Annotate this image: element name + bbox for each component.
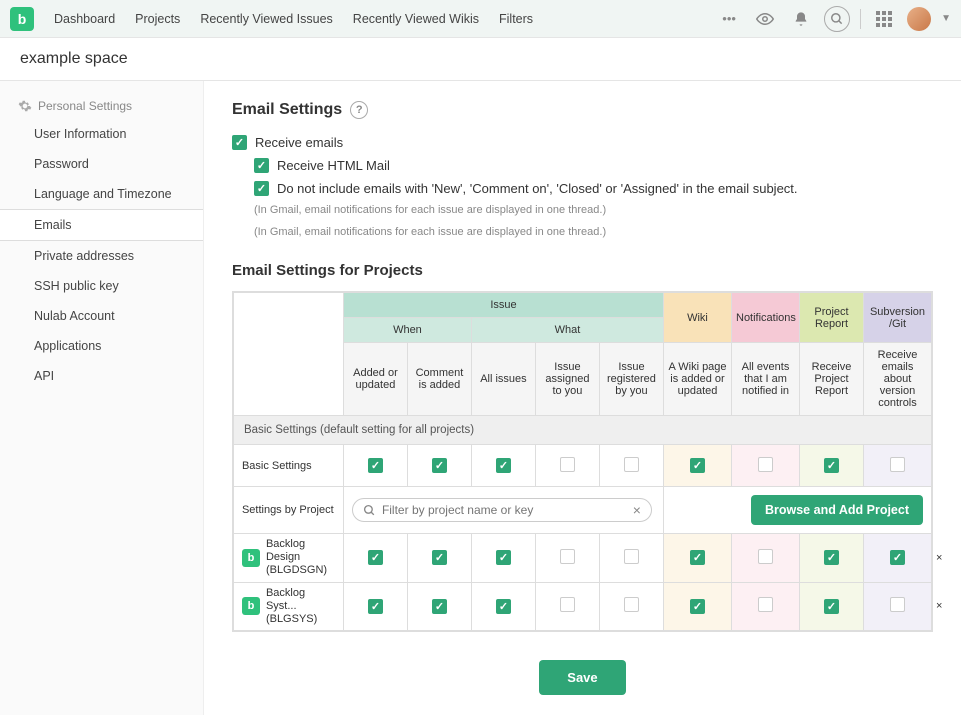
th-what: What	[471, 318, 663, 343]
grid-checkbox[interactable]	[824, 599, 839, 614]
nav-recently-viewed-issues[interactable]: Recently Viewed Issues	[190, 0, 342, 38]
basic-settings-label: Basic Settings	[233, 445, 343, 487]
grid-checkbox[interactable]	[496, 458, 511, 473]
divider	[860, 9, 861, 29]
grid-checkbox[interactable]	[432, 458, 447, 473]
sidebar-item-language-and-timezone[interactable]: Language and Timezone	[0, 179, 203, 209]
search-icon[interactable]	[824, 6, 850, 32]
grid-checkbox[interactable]	[690, 599, 705, 614]
grid-checkbox[interactable]	[496, 599, 511, 614]
project-filter-input[interactable]	[382, 503, 627, 517]
grid-checkbox[interactable]	[560, 457, 575, 472]
subject-checkbox[interactable]	[254, 181, 269, 196]
html-mail-label: Receive HTML Mail	[277, 158, 390, 173]
grid-checkbox[interactable]	[758, 549, 773, 564]
grid-checkbox[interactable]	[890, 597, 905, 612]
col-header: Receive emails about version controls	[864, 343, 932, 416]
html-mail-checkbox[interactable]	[254, 158, 269, 173]
grid-checkbox[interactable]	[824, 550, 839, 565]
sidebar-item-applications[interactable]: Applications	[0, 331, 203, 361]
grid-checkbox[interactable]	[432, 599, 447, 614]
sidebar-item-password[interactable]: Password	[0, 149, 203, 179]
space-name: example space	[0, 38, 961, 81]
sidebar-item-private-addresses[interactable]: Private addresses	[0, 241, 203, 271]
project-name: Backlog Design (BLGDSGN)	[266, 538, 335, 578]
grid-checkbox[interactable]	[690, 458, 705, 473]
col-header: A Wiki page is added or updated	[664, 343, 732, 416]
save-button[interactable]: Save	[539, 660, 625, 695]
basic-settings-header: Basic Settings (default setting for all …	[233, 416, 931, 445]
sidebar-item-ssh-public-key[interactable]: SSH public key	[0, 271, 203, 301]
more-icon[interactable]: •••	[716, 6, 742, 32]
avatar[interactable]	[907, 7, 931, 31]
grid-checkbox[interactable]	[758, 597, 773, 612]
col-header: Comment is added	[407, 343, 471, 416]
grid-checkbox[interactable]	[624, 597, 639, 612]
clear-filter-icon[interactable]: ×	[633, 502, 641, 518]
nav-filters[interactable]: Filters	[489, 0, 543, 38]
col-header: Issue assigned to you	[535, 343, 599, 416]
nav-projects[interactable]: Projects	[125, 0, 190, 38]
col-header: Receive Project Report	[800, 343, 864, 416]
grid-checkbox[interactable]	[690, 550, 705, 565]
watch-icon[interactable]	[752, 6, 778, 32]
grid-checkbox[interactable]	[368, 550, 383, 565]
project-name: Backlog Syst... (BLGSYS)	[266, 587, 335, 627]
grid-checkbox[interactable]	[824, 458, 839, 473]
col-header: All events that I am notified in	[732, 343, 800, 416]
col-header: All issues	[471, 343, 535, 416]
page-title: Email Settings	[232, 101, 342, 119]
grid-checkbox[interactable]	[758, 457, 773, 472]
browse-add-project-button[interactable]: Browse and Add Project	[751, 495, 923, 525]
app-logo[interactable]: b	[10, 7, 34, 31]
grid-checkbox[interactable]	[560, 549, 575, 564]
grid-checkbox[interactable]	[432, 550, 447, 565]
nav-recently-viewed-wikis[interactable]: Recently Viewed Wikis	[343, 0, 489, 38]
search-icon	[363, 504, 376, 517]
chevron-down-icon[interactable]: ▼	[941, 13, 951, 24]
grid-checkbox[interactable]	[624, 457, 639, 472]
grid-checkbox[interactable]	[624, 549, 639, 564]
sidebar-item-user-information[interactable]: User Information	[0, 119, 203, 149]
note-text-2: (In Gmail, email notifications for each …	[254, 226, 933, 238]
th-when: When	[343, 318, 471, 343]
receive-emails-label: Receive emails	[255, 135, 343, 150]
th-wiki: Wiki	[664, 293, 732, 343]
help-icon[interactable]: ?	[350, 101, 368, 119]
gear-icon	[18, 99, 32, 113]
col-header: Issue registered by you	[599, 343, 663, 416]
grid-checkbox[interactable]	[368, 599, 383, 614]
col-header: Added or updated	[343, 343, 407, 416]
bell-icon[interactable]	[788, 6, 814, 32]
grid-checkbox[interactable]	[368, 458, 383, 473]
projects-section-title: Email Settings for Projects	[232, 262, 933, 279]
receive-emails-checkbox[interactable]	[232, 135, 247, 150]
sidebar-item-api[interactable]: API	[0, 361, 203, 391]
grid-checkbox[interactable]	[890, 457, 905, 472]
note-text-1: (In Gmail, email notifications for each …	[254, 204, 933, 216]
nav-dashboard[interactable]: Dashboard	[44, 0, 125, 38]
project-icon: b	[242, 597, 260, 615]
grid-checkbox[interactable]	[560, 597, 575, 612]
project-icon: b	[242, 549, 260, 567]
th-notif: Notifications	[732, 293, 800, 343]
sidebar-item-emails[interactable]: Emails	[0, 209, 203, 241]
th-issue: Issue	[343, 293, 663, 318]
settings-by-project-label: Settings by Project	[233, 487, 343, 534]
apps-icon[interactable]	[871, 6, 897, 32]
grid-checkbox[interactable]	[496, 550, 511, 565]
sidebar-heading: Personal Settings	[38, 99, 132, 113]
subject-label: Do not include emails with 'New', 'Comme…	[277, 181, 798, 196]
grid-checkbox[interactable]	[890, 550, 905, 565]
th-svn: Subversion /Git	[864, 293, 932, 343]
th-report: Project Report	[800, 293, 864, 343]
sidebar-item-nulab-account[interactable]: Nulab Account	[0, 301, 203, 331]
